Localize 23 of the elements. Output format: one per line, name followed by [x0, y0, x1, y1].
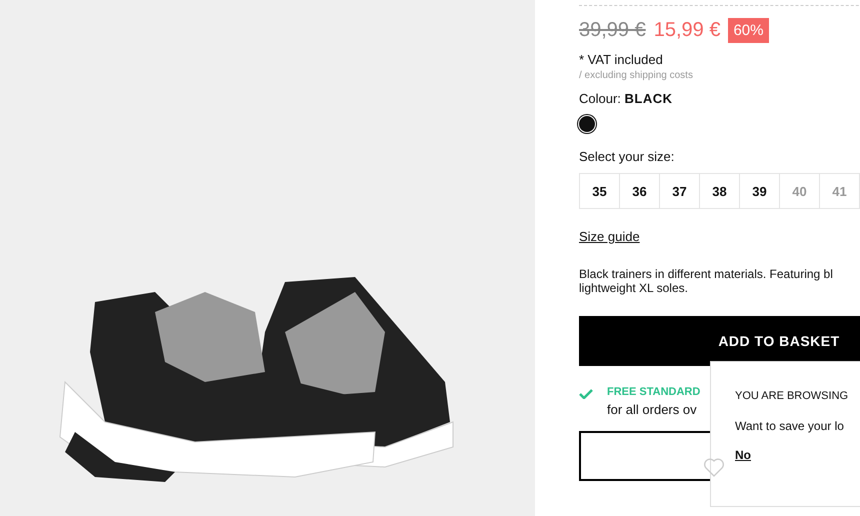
size-label: Select your size: — [579, 149, 676, 164]
colour-label: Colour: — [579, 91, 622, 106]
size-option[interactable]: 39 — [739, 173, 780, 209]
size-option[interactable]: 38 — [699, 173, 740, 209]
popup-text: Want to save your lo — [735, 419, 845, 433]
no-link[interactable]: No — [735, 448, 751, 462]
vat-note: * VAT included — [579, 52, 664, 67]
delivery-title: FREE STANDARD — [607, 386, 700, 398]
size-guide-link[interactable]: Size guide — [579, 229, 640, 244]
add-to-basket-button[interactable]: ADD TO BASKET — [579, 316, 860, 366]
delivery-note: for all orders ov — [607, 402, 698, 417]
colour-value: BLACK — [624, 91, 673, 106]
checkmark-icon — [579, 389, 593, 399]
size-option[interactable]: 35 — [579, 173, 620, 209]
colour-swatch[interactable] — [579, 116, 595, 132]
sale-price: 15,99 € — [654, 19, 720, 42]
size-option[interactable]: 37 — [659, 173, 700, 209]
shipping-note: / excluding shipping costs — [579, 70, 694, 81]
size-option[interactable]: 36 — [619, 173, 660, 209]
product-description: Black trainers in different materials. Featuring bl lightweight XL soles. — [579, 267, 834, 295]
popup-title: YOU ARE BROWSING — [735, 390, 850, 402]
discount-badge: 60% — [728, 18, 768, 43]
old-price: 39,99 € — [579, 19, 646, 42]
